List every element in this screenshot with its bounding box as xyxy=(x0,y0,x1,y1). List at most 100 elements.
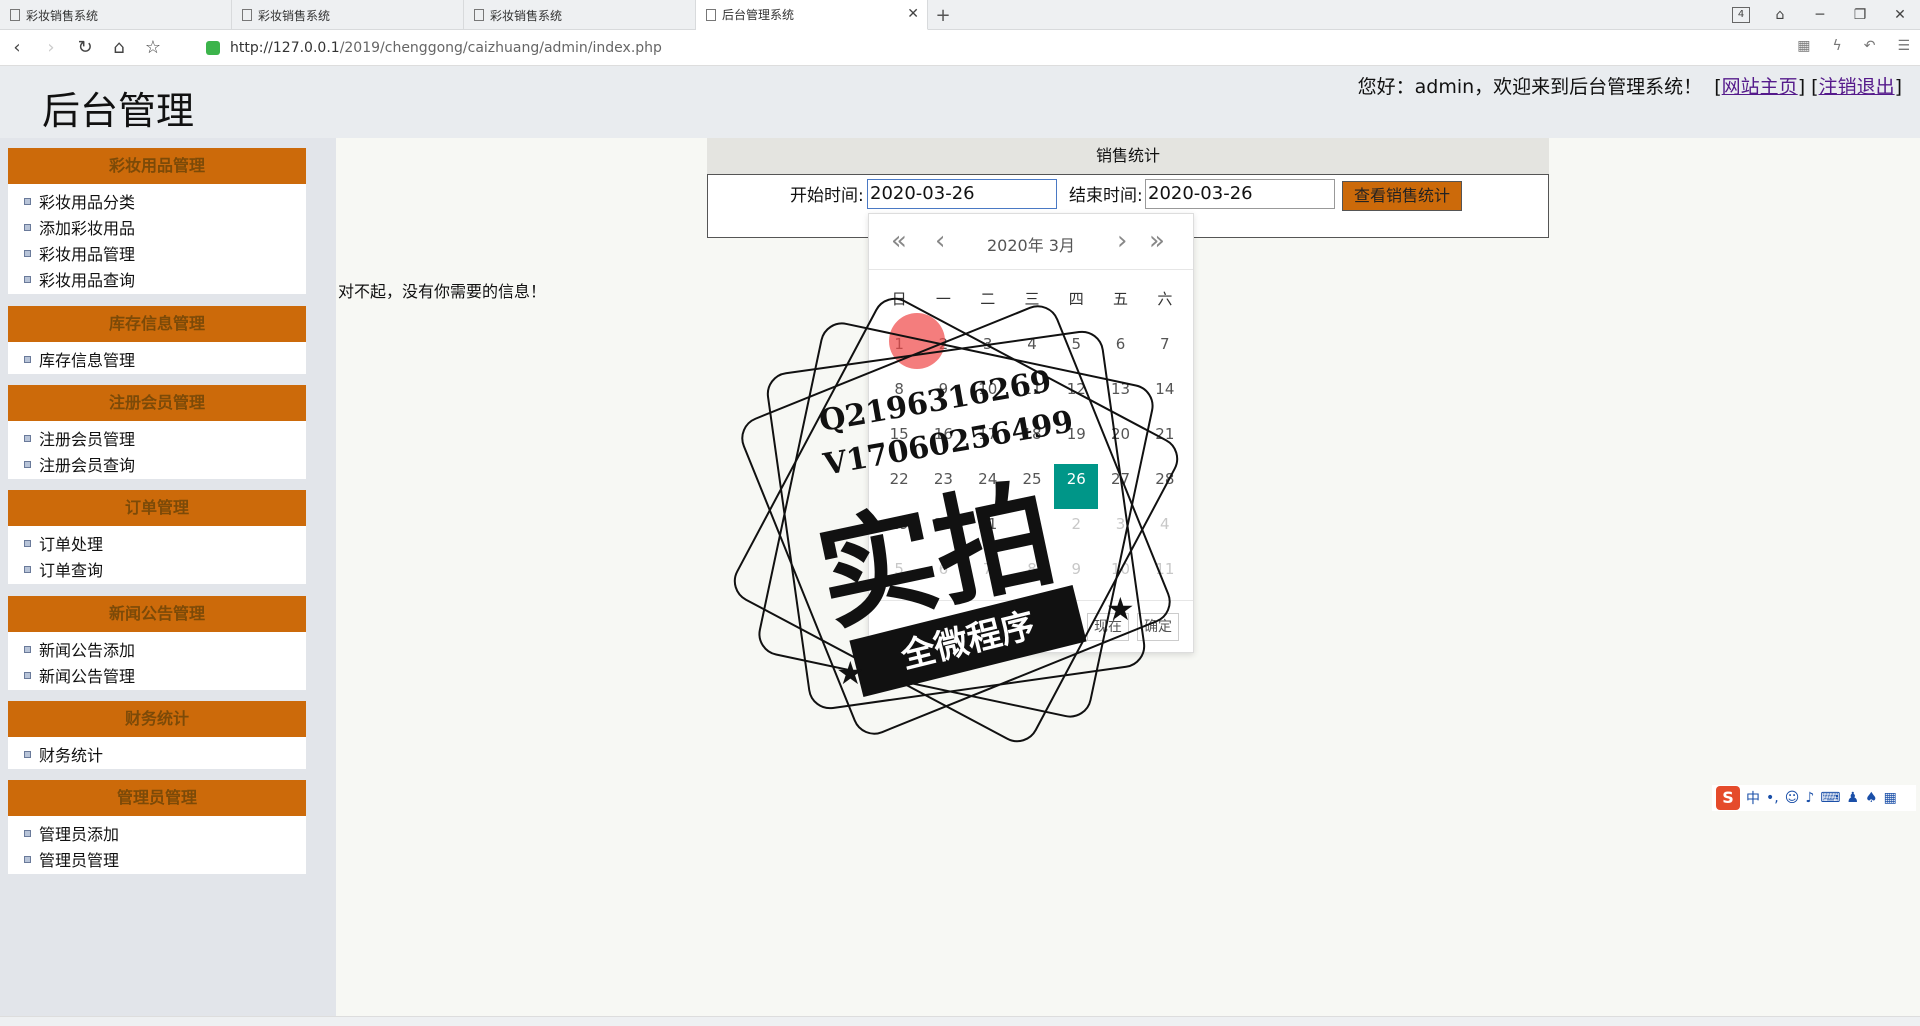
menu-group-news: 新闻公告管理 新闻公告添加 新闻公告管理 xyxy=(8,596,306,690)
browser-tab[interactable]: 彩妆销售系统 xyxy=(232,0,464,30)
sidebar-item[interactable]: 注册会员管理 xyxy=(8,425,306,451)
menu-group-title[interactable]: 新闻公告管理 xyxy=(8,596,306,632)
no-info-message: 对不起，没有你需要的信息！ xyxy=(338,282,547,301)
sidebar-item[interactable]: 管理员添加 xyxy=(8,820,306,846)
bullet-icon xyxy=(24,460,31,468)
browser-tab-bar: 彩妆销售系统 彩妆销售系统 彩妆销售系统 后台管理系统 ✕ + 4 ⌂ ─ ❐ ✕ xyxy=(0,0,1920,30)
year-month-label[interactable]: 2020年 3月 xyxy=(869,232,1193,256)
bullet-icon xyxy=(24,355,31,363)
bookmark-star-icon[interactable]: ☆ xyxy=(136,37,170,58)
address-bar-tools: ▦ ϟ ↶ ☰ xyxy=(1797,38,1910,54)
ime-toolbar: S 中 •, ☺ ♪ ⌨ ♟ ♠ ▦ xyxy=(1712,785,1916,811)
home-link[interactable]: 网站主页 xyxy=(1722,76,1798,98)
document-icon xyxy=(10,9,20,21)
document-icon xyxy=(474,9,484,21)
menu-group-title[interactable]: 管理员管理 xyxy=(8,780,306,816)
document-icon xyxy=(242,9,252,21)
sidebar-item[interactable]: 财务统计 xyxy=(8,741,306,767)
sidebar-item[interactable]: 管理员管理 xyxy=(8,846,306,872)
close-window-icon[interactable]: ✕ xyxy=(1880,7,1920,23)
tab-count-badge[interactable]: 4 xyxy=(1732,7,1750,23)
welcome-bar: 您好：admin，欢迎来到后台管理系统！ [网站主页] [注销退出] xyxy=(1357,76,1902,98)
sidebar-item[interactable]: 库存信息管理 xyxy=(8,346,306,372)
sidebar-item[interactable]: 彩妆用品管理 xyxy=(8,240,306,266)
bullet-icon xyxy=(24,223,31,231)
document-icon xyxy=(706,8,716,21)
restore-icon[interactable]: ❐ xyxy=(1840,7,1880,23)
sidebar-item[interactable]: 新闻公告管理 xyxy=(8,662,306,688)
start-time-input[interactable]: 2020-03-26 xyxy=(867,179,1057,209)
user-icon[interactable]: ♟ xyxy=(1846,790,1859,806)
date-picker-header: « ‹ 2020年 3月 › » xyxy=(869,214,1193,270)
bullet-icon xyxy=(24,671,31,679)
sidebar-item[interactable]: 彩妆用品分类 xyxy=(8,188,306,214)
star-icon: ★ xyxy=(1106,590,1135,628)
skin-icon[interactable]: ♠ xyxy=(1865,790,1878,806)
secure-shield-icon xyxy=(206,41,220,55)
welcome-text: 您好：admin，欢迎来到后台管理系统！ xyxy=(1357,76,1703,98)
menu-group-title[interactable]: 彩妆用品管理 xyxy=(8,148,306,184)
keyboard-icon[interactable]: ⌨ xyxy=(1820,790,1840,806)
menu-group-title[interactable]: 库存信息管理 xyxy=(8,306,306,342)
bullet-icon xyxy=(24,750,31,758)
bullet-icon xyxy=(24,434,31,442)
menu-group-title[interactable]: 财务统计 xyxy=(8,701,306,737)
bullet-icon xyxy=(24,197,31,205)
undo-icon[interactable]: ↶ xyxy=(1864,38,1876,54)
menu-group-finance: 财务统计 财务统计 xyxy=(8,701,306,769)
star-icon: ★ xyxy=(836,654,865,692)
end-time-label: 结束时间: xyxy=(1069,186,1143,206)
browser-tab-active[interactable]: 后台管理系统 ✕ xyxy=(696,0,928,30)
address-bar: ‹ › ↻ ⌂ ☆ http://127.0.0.1/2019/chenggon… xyxy=(0,30,1920,66)
punctuation-icon[interactable]: •, xyxy=(1766,790,1779,806)
home-icon[interactable]: ⌂ xyxy=(102,37,136,58)
shirt-icon[interactable]: ⌂ xyxy=(1760,7,1800,23)
sidebar-item[interactable]: 新闻公告添加 xyxy=(8,636,306,662)
url-field[interactable]: http://127.0.0.1/2019/chenggong/caizhuan… xyxy=(206,38,662,58)
menu-group-orders: 订单管理 订单处理 订单查询 xyxy=(8,490,306,584)
apps-grid-icon[interactable]: ▦ xyxy=(1884,790,1897,806)
browser-tab[interactable]: 彩妆销售系统 xyxy=(464,0,696,30)
bullet-icon xyxy=(24,645,31,653)
logout-link[interactable]: 注销退出 xyxy=(1819,76,1895,98)
view-sales-stats-button[interactable]: 查看销售统计 xyxy=(1342,181,1462,211)
menu-icon[interactable]: ☰ xyxy=(1897,38,1910,54)
end-time-input[interactable]: 2020-03-26 xyxy=(1145,179,1335,209)
reload-icon[interactable]: ↻ xyxy=(68,37,102,58)
bullet-icon xyxy=(24,539,31,547)
forward-icon[interactable]: › xyxy=(34,37,68,58)
window-controls: 4 ⌂ ─ ❐ ✕ xyxy=(1732,0,1920,30)
lightning-icon[interactable]: ϟ xyxy=(1832,38,1841,54)
grid-icon[interactable]: ▦ xyxy=(1797,38,1810,54)
minimize-icon[interactable]: ─ xyxy=(1800,7,1840,23)
microphone-icon[interactable]: ♪ xyxy=(1805,790,1814,806)
next-year-icon[interactable]: » xyxy=(1149,226,1165,256)
close-tab-icon[interactable]: ✕ xyxy=(907,6,919,22)
page-header: 后台管理 您好：admin，欢迎来到后台管理系统！ [网站主页] [注销退出] xyxy=(0,66,1920,138)
url-host: http://127.0.0.1 xyxy=(230,40,340,56)
url-path: /2019/chenggong/caizhuang/admin/index.ph… xyxy=(339,40,662,56)
new-tab-icon[interactable]: + xyxy=(928,0,958,30)
menu-group-members: 注册会员管理 注册会员管理 注册会员查询 xyxy=(8,385,306,479)
menu-group-title[interactable]: 订单管理 xyxy=(8,490,306,526)
sales-stats-title: 销售统计 xyxy=(707,138,1549,174)
sidebar-item[interactable]: 彩妆用品查询 xyxy=(8,266,306,292)
browser-tab[interactable]: 彩妆销售系统 xyxy=(0,0,232,30)
sidebar-item[interactable]: 订单处理 xyxy=(8,530,306,556)
ime-mode-label[interactable]: 中 xyxy=(1746,788,1760,808)
menu-group-title[interactable]: 注册会员管理 xyxy=(8,385,306,421)
sidebar-item[interactable]: 注册会员查询 xyxy=(8,451,306,477)
sogou-logo-icon[interactable]: S xyxy=(1716,786,1740,810)
menu-group-cosmetics: 彩妆用品管理 彩妆用品分类 添加彩妆用品 彩妆用品管理 彩妆用品查询 xyxy=(8,148,306,294)
menu-group-admins: 管理员管理 管理员添加 管理员管理 xyxy=(8,780,306,874)
bullet-icon xyxy=(24,855,31,863)
bullet-icon xyxy=(24,829,31,837)
sidebar-item[interactable]: 添加彩妆用品 xyxy=(8,214,306,240)
sidebar: 彩妆用品管理 彩妆用品分类 添加彩妆用品 彩妆用品管理 彩妆用品查询 库存信息管… xyxy=(0,138,336,1016)
bullet-icon xyxy=(24,249,31,257)
emoji-icon[interactable]: ☺ xyxy=(1785,790,1800,806)
sidebar-item[interactable]: 订单查询 xyxy=(8,556,306,582)
back-icon[interactable]: ‹ xyxy=(0,37,34,58)
next-month-icon[interactable]: › xyxy=(1117,226,1127,256)
menu-group-inventory: 库存信息管理 库存信息管理 xyxy=(8,306,306,374)
